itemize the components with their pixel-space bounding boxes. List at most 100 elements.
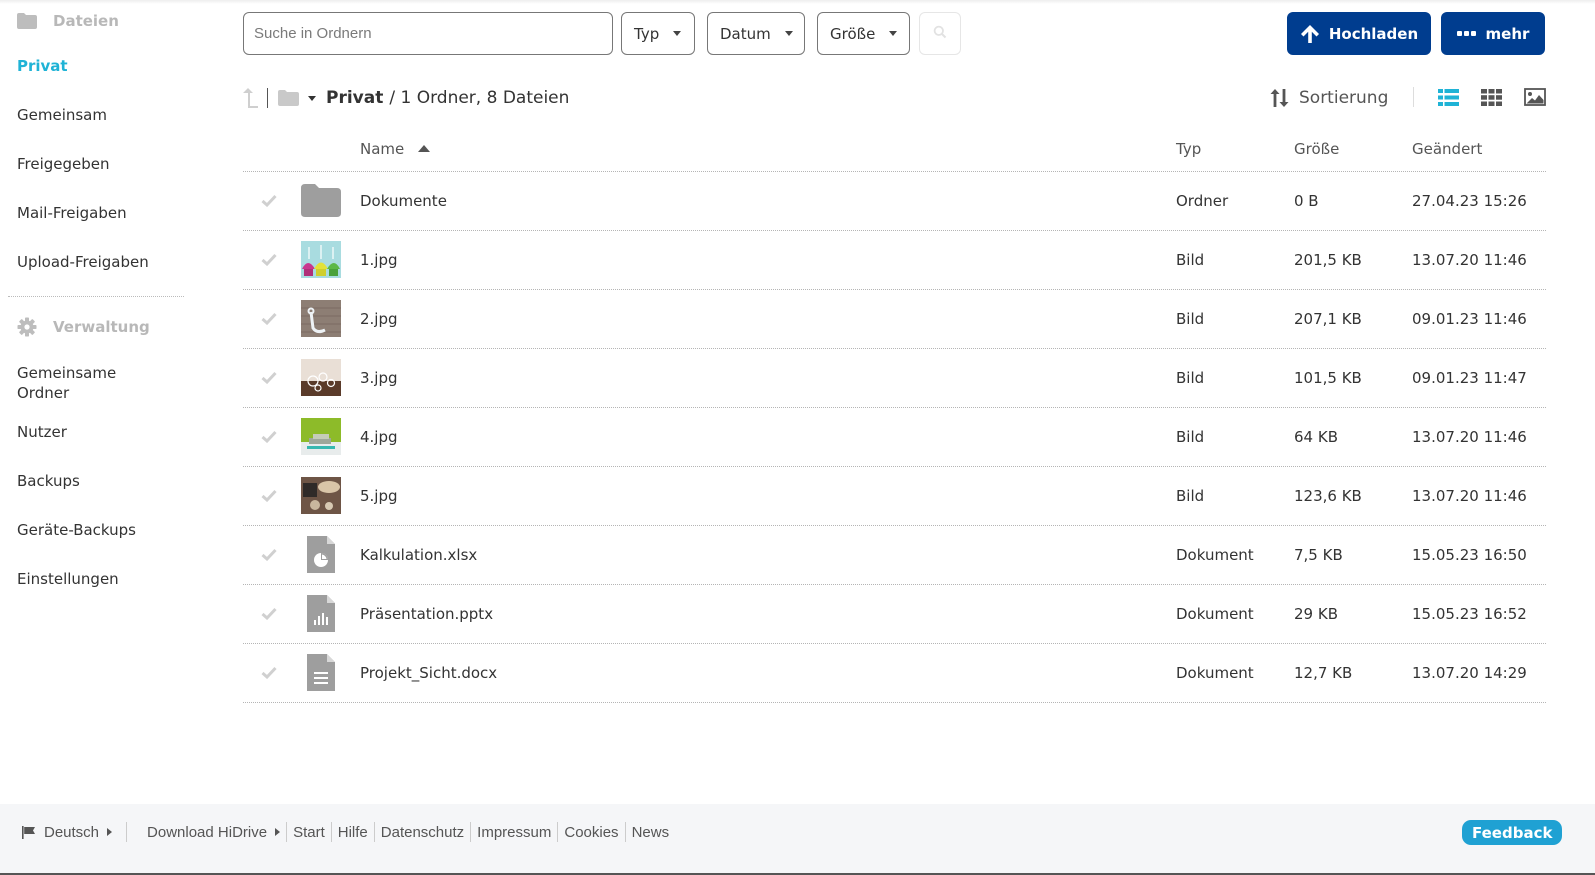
sort-button[interactable]: Sortierung <box>1270 84 1388 112</box>
top-shadow <box>0 0 1595 4</box>
select-checkmark-icon[interactable] <box>261 665 279 681</box>
sidebar-item-gemeinsame-ordner[interactable]: Gemeinsame Ordner <box>17 363 127 403</box>
sidebar-item-gemeinsam[interactable]: Gemeinsam <box>17 105 167 125</box>
caret-right-icon <box>275 828 281 836</box>
sidebar-item-freigegeben[interactable]: Freigegeben <box>17 154 167 174</box>
footer-link-cookies[interactable]: Cookies <box>558 824 624 841</box>
breadcrumb-current[interactable]: Privat <box>326 88 383 108</box>
list-view-button[interactable] <box>1436 86 1460 108</box>
file-modified: 13.07.20 11:46 <box>1412 428 1527 446</box>
file-name[interactable]: Kalkulation.xlsx <box>360 546 477 565</box>
file-size: 207,1 KB <box>1294 310 1362 328</box>
file-type: Bild <box>1176 428 1205 446</box>
table-row[interactable]: Dokumente Ordner 0 B 27.04.23 15:26 <box>243 172 1546 231</box>
more-dots-icon <box>1456 31 1476 36</box>
grid-view-button[interactable] <box>1479 86 1503 108</box>
footer-links: Deutsch Download HiDrive Start Hilfe Dat… <box>22 822 675 842</box>
filter-type-dropdown[interactable]: Typ <box>621 12 695 55</box>
footer-link-start[interactable]: Start <box>287 824 331 841</box>
sidebar-item-upload-freigaben[interactable]: Upload-Freigaben <box>17 252 167 272</box>
file-modified: 15.05.23 16:50 <box>1412 546 1527 564</box>
sidebar-item-mail-freigaben[interactable]: Mail-Freigaben <box>17 203 167 223</box>
footer-link-news[interactable]: News <box>626 824 676 841</box>
file-name[interactable]: 3.jpg <box>360 369 398 388</box>
table-row[interactable]: 4.jpg Bild 64 KB 13.07.20 11:46 <box>243 408 1546 467</box>
table-row[interactable]: 3.jpg Bild 101,5 KB 09.01.23 11:47 <box>243 349 1546 408</box>
file-name[interactable]: 1.jpg <box>360 251 398 270</box>
sidebar-item-privat[interactable]: Privat <box>17 56 167 76</box>
folder-icon <box>278 90 299 106</box>
caret-right-icon <box>107 828 113 836</box>
arrow-up-icon <box>1300 24 1320 44</box>
select-checkmark-icon[interactable] <box>261 429 279 445</box>
column-header-size[interactable]: Größe <box>1294 140 1339 158</box>
table-header: Name Typ Größe Geändert <box>243 130 1546 172</box>
table-row[interactable]: 5.jpg Bild 123,6 KB 13.07.20 11:46 <box>243 467 1546 526</box>
sidebar-item-geraete-backups[interactable]: Geräte-Backups <box>17 520 167 540</box>
footer-link-hilfe[interactable]: Hilfe <box>332 824 374 841</box>
search-button[interactable] <box>919 12 961 55</box>
text-document-icon <box>307 654 335 691</box>
filter-size-label: Größe <box>830 24 876 43</box>
file-name[interactable]: 5.jpg <box>360 487 398 506</box>
column-header-type[interactable]: Typ <box>1176 140 1201 158</box>
upload-button[interactable]: Hochladen <box>1287 12 1431 55</box>
breadcrumb: Privat / 1 Ordner, 8 Dateien <box>243 84 569 112</box>
language-selector[interactable]: Deutsch <box>22 824 118 841</box>
download-label: Download HiDrive <box>147 823 268 841</box>
select-checkmark-icon[interactable] <box>261 606 279 622</box>
file-name[interactable]: 4.jpg <box>360 428 398 447</box>
footer-link-datenschutz[interactable]: Datenschutz <box>375 824 470 841</box>
table-row[interactable]: Projekt_Sicht.docx Dokument 12,7 KB 13.07.2… <box>243 644 1546 703</box>
gear-icon <box>17 317 37 337</box>
file-size: 12,7 KB <box>1294 664 1353 682</box>
more-label: mehr <box>1485 24 1530 43</box>
file-name[interactable]: Präsentation.pptx <box>360 605 493 624</box>
table-row[interactable]: Kalkulation.xlsx Dokument 7,5 KB 15.05.23 1… <box>243 526 1546 585</box>
file-type: Ordner <box>1176 192 1229 210</box>
select-checkmark-icon[interactable] <box>261 488 279 504</box>
file-name[interactable]: Dokumente <box>360 192 447 211</box>
search-input[interactable] <box>243 12 613 55</box>
select-checkmark-icon[interactable] <box>261 193 279 209</box>
column-header-name[interactable]: Name <box>360 140 431 158</box>
upload-label: Hochladen <box>1328 24 1419 43</box>
parent-folder-icon[interactable] <box>243 87 259 109</box>
download-hidrive-link[interactable]: Download HiDrive <box>141 824 286 841</box>
footer-link-impressum[interactable]: Impressum <box>471 824 557 841</box>
table-row[interactable]: 1.jpg Bild 201,5 KB 13.07.20 11:46 <box>243 231 1546 290</box>
filter-size-dropdown[interactable]: Größe <box>817 12 910 55</box>
select-checkmark-icon[interactable] <box>261 252 279 268</box>
sidebar-item-einstellungen[interactable]: Einstellungen <box>17 569 167 589</box>
filter-date-dropdown[interactable]: Datum <box>707 12 805 55</box>
caret-down-icon <box>889 31 898 36</box>
sort-arrows-icon <box>1270 88 1289 108</box>
file-size: 201,5 KB <box>1294 251 1362 269</box>
select-checkmark-icon[interactable] <box>261 311 279 327</box>
file-name[interactable]: 2.jpg <box>360 310 398 329</box>
filter-type-label: Typ <box>634 24 660 43</box>
column-header-modified[interactable]: Geändert <box>1412 140 1482 158</box>
file-type: Dokument <box>1176 664 1254 682</box>
more-button[interactable]: mehr <box>1441 12 1545 55</box>
toolbar-separator <box>1413 87 1414 107</box>
feedback-button[interactable]: Feedback <box>1462 820 1563 845</box>
folder-menu-button[interactable] <box>278 90 316 106</box>
sidebar-item-backups[interactable]: Backups <box>17 471 167 491</box>
file-modified: 15.05.23 16:52 <box>1412 605 1527 623</box>
file-type: Bild <box>1176 487 1205 505</box>
select-checkmark-icon[interactable] <box>261 547 279 563</box>
table-row[interactable]: 2.jpg Bild 207,1 KB 09.01.23 11:46 <box>243 290 1546 349</box>
file-modified: 09.01.23 11:46 <box>1412 310 1527 328</box>
file-size: 7,5 KB <box>1294 546 1343 564</box>
gallery-view-button[interactable] <box>1523 86 1547 108</box>
grid-view-icon <box>1480 88 1502 106</box>
image-thumbnail <box>301 477 341 514</box>
sidebar-item-nutzer[interactable]: Nutzer <box>17 422 167 442</box>
language-label: Deutsch <box>44 823 100 841</box>
select-checkmark-icon[interactable] <box>261 370 279 386</box>
sort-label: Sortierung <box>1299 88 1389 108</box>
file-name[interactable]: Projekt_Sicht.docx <box>360 664 497 683</box>
table-row[interactable]: Präsentation.pptx Dokument 29 KB 15.05.23 1… <box>243 585 1546 644</box>
file-modified: 27.04.23 15:26 <box>1412 192 1527 210</box>
